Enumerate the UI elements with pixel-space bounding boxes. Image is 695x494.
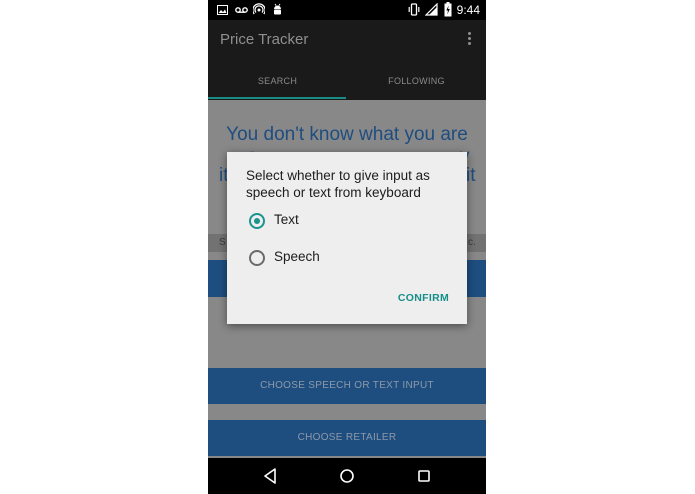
tab-selected-indicator [208, 97, 346, 99]
android-debug-icon [274, 3, 281, 15]
tab-search[interactable]: SEARCH [208, 62, 347, 100]
tab-following[interactable]: FOLLOWING [347, 62, 486, 100]
voicemail-icon [235, 7, 248, 13]
radio-label: Text [274, 212, 299, 227]
input-mode-dialog: Select whether to give input as speech o… [227, 152, 467, 324]
app-title: Price Tracker [220, 31, 309, 48]
confirm-button[interactable]: CONFIRM [398, 292, 449, 304]
overflow-menu-icon[interactable] [466, 30, 472, 50]
radio-button-checked[interactable] [249, 213, 265, 229]
radio-label: Speech [274, 249, 320, 264]
radio-option-text[interactable]: Text [249, 209, 449, 233]
navigation-bar [208, 458, 486, 494]
hotspot-icon [253, 3, 265, 15]
signal-icon [425, 3, 438, 16]
recent-apps-icon[interactable] [404, 458, 444, 494]
status-bar: 9:44 [208, 0, 486, 20]
back-icon[interactable] [250, 458, 290, 494]
dialog-title: Select whether to give input as speech o… [246, 168, 430, 200]
vibrate-icon [408, 3, 420, 16]
headline-text: You don't know what you are [226, 124, 468, 145]
choose-input-button[interactable]: CHOOSE SPEECH OR TEXT INPUT [208, 368, 486, 404]
app-bar: Price Tracker [208, 20, 486, 62]
radio-option-speech[interactable]: Speech [249, 246, 449, 270]
tab-bar: SEARCH FOLLOWING [208, 62, 486, 100]
home-icon[interactable] [327, 458, 367, 494]
battery-icon [444, 2, 452, 17]
headline-fragment: it [466, 165, 476, 186]
search-input-fragment: S [219, 237, 226, 248]
search-input-fragment: c. [468, 237, 476, 248]
status-time: 9:44 [456, 3, 480, 17]
image-icon [217, 5, 228, 15]
choose-retailer-button[interactable]: CHOOSE RETAILER [208, 420, 486, 456]
radio-button-unchecked[interactable] [249, 250, 265, 266]
